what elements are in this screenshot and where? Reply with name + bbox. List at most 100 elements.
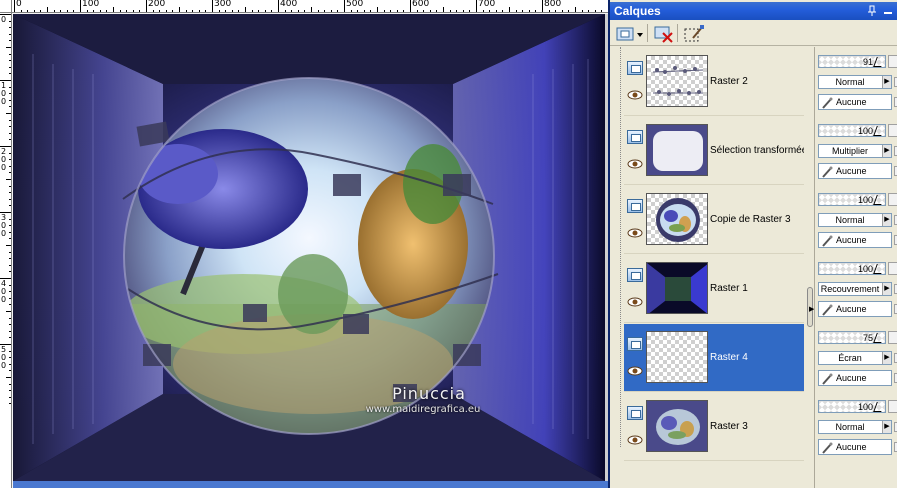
- ruler-minor-tick: [9, 93, 11, 95]
- opacity-slider[interactable]: 91: [818, 55, 886, 68]
- opacity-spinner[interactable]: [888, 124, 897, 137]
- delete-layer-button[interactable]: [652, 23, 674, 43]
- visibility-eye-icon[interactable]: [627, 228, 643, 238]
- link-group-select[interactable]: Aucune: [818, 301, 892, 317]
- opacity-value: 100: [857, 264, 873, 274]
- opacity-spinner[interactable]: [888, 55, 897, 68]
- ruler-minor-tick: [9, 317, 11, 319]
- opacity-spinner[interactable]: [888, 331, 897, 344]
- blend-mode-select[interactable]: Normal ▶: [818, 75, 892, 89]
- layer-row[interactable]: Raster 4: [624, 324, 804, 392]
- ruler-minor-tick: [9, 304, 11, 306]
- link-group-select[interactable]: Aucune: [818, 94, 892, 110]
- new-layer-button[interactable]: [614, 23, 644, 43]
- ruler-minor-tick: [251, 10, 253, 12]
- blend-mode-select[interactable]: Normal ▶: [818, 420, 892, 434]
- raster-layer-icon[interactable]: [627, 199, 643, 213]
- visibility-eye-icon[interactable]: [627, 435, 643, 445]
- layer-name[interactable]: Raster 3: [710, 421, 804, 432]
- minimize-icon[interactable]: [883, 5, 893, 17]
- layer-row[interactable]: Raster 3: [624, 393, 804, 461]
- opacity-value: 100: [857, 195, 873, 205]
- ruler-minor-tick: [99, 10, 101, 12]
- ruler-minor-tick: [53, 10, 55, 12]
- raster-layer-icon[interactable]: [627, 61, 643, 75]
- delete-layer-icon: [653, 26, 675, 47]
- link-group-select[interactable]: Aucune: [818, 163, 892, 179]
- opacity-spinner[interactable]: [888, 400, 897, 413]
- ruler-minor-tick: [9, 284, 11, 286]
- dropdown-arrow-icon[interactable]: ▶: [882, 352, 891, 364]
- opacity-slider[interactable]: 100: [818, 193, 886, 206]
- opacity-spinner[interactable]: [888, 262, 897, 275]
- horizontal-ruler: 0 100 200 300 400 500 600 700 800: [12, 0, 608, 13]
- link-group-select[interactable]: Aucune: [818, 439, 892, 455]
- layer-thumbnail: [646, 400, 708, 452]
- ruler-minor-tick: [6, 113, 11, 114]
- dropdown-arrow-icon[interactable]: ▶: [882, 214, 891, 226]
- ruler-minor-tick: [9, 324, 11, 326]
- visibility-eye-icon[interactable]: [627, 159, 643, 169]
- visibility-eye-icon[interactable]: [627, 90, 643, 100]
- layer-row[interactable]: Raster 2: [624, 48, 804, 116]
- splitter-grip[interactable]: ▶: [807, 287, 814, 327]
- blend-mode-select[interactable]: Écran ▶: [818, 351, 892, 365]
- visibility-eye-icon[interactable]: [627, 366, 643, 376]
- ruler-label: 200: [148, 0, 166, 9]
- opacity-slider[interactable]: 100: [818, 124, 886, 137]
- opacity-slider[interactable]: 100: [818, 400, 886, 413]
- layer-name[interactable]: Raster 2: [710, 76, 804, 87]
- ruler-minor-tick: [9, 172, 11, 174]
- layer-thumbnail: [646, 193, 708, 245]
- layer-thumbnail: [646, 262, 708, 314]
- dropdown-arrow-icon[interactable]: ▶: [882, 421, 891, 433]
- dropdown-arrow-icon[interactable]: ▶: [882, 76, 891, 88]
- blend-mode-select[interactable]: Multiplier ▶: [818, 144, 892, 158]
- ruler-label: 200: [1, 147, 7, 172]
- ruler-minor-tick: [9, 403, 11, 405]
- layer-name[interactable]: Sélection transformée: [710, 145, 804, 156]
- ruler-minor-tick: [139, 10, 141, 12]
- signature-text: Pinuccia: [392, 384, 466, 403]
- pin-icon[interactable]: [867, 5, 877, 17]
- blend-mode-select[interactable]: Normal ▶: [818, 213, 892, 227]
- blend-mode-select[interactable]: Recouvrement ▶: [818, 282, 892, 296]
- opacity-spinner[interactable]: [888, 193, 897, 206]
- ruler-minor-tick: [449, 10, 451, 12]
- layer-name[interactable]: Copie de Raster 3: [710, 214, 804, 225]
- opacity-slider[interactable]: 100: [818, 262, 886, 275]
- ruler-minor-tick: [238, 10, 240, 12]
- opacity-slider[interactable]: 75: [818, 331, 886, 344]
- layer-row[interactable]: Copie de Raster 3: [624, 186, 804, 254]
- raster-layer-icon[interactable]: [627, 268, 643, 282]
- layer-name[interactable]: Raster 1: [710, 283, 804, 294]
- dropdown-arrow-icon[interactable]: ▶: [882, 145, 891, 157]
- layer-row[interactable]: Sélection transformée: [624, 117, 804, 185]
- link-group-select[interactable]: Aucune: [818, 232, 892, 248]
- ruler-minor-tick: [27, 10, 29, 12]
- slider-marker-icon: [873, 57, 885, 67]
- ruler-minor-tick: [126, 10, 128, 12]
- ruler-minor-tick: [535, 10, 537, 12]
- ruler-minor-tick: [515, 10, 517, 12]
- panel-splitter[interactable]: ▶: [806, 47, 814, 488]
- raster-layer-icon[interactable]: [627, 406, 643, 420]
- ruler-minor-tick: [489, 10, 491, 12]
- visibility-eye-icon[interactable]: [627, 297, 643, 307]
- ruler-minor-tick: [9, 238, 11, 240]
- image-canvas[interactable]: Pinuccia www.maidiregrafica.eu: [13, 14, 605, 481]
- ruler-minor-tick: [9, 165, 11, 167]
- new-layer-icon: [615, 27, 645, 47]
- raster-layer-icon[interactable]: [627, 337, 643, 351]
- horizontal-scrollbar[interactable]: [13, 481, 608, 488]
- new-mask-button[interactable]: [682, 23, 704, 43]
- layer-name[interactable]: Raster 4: [710, 352, 804, 363]
- ruler-minor-tick: [172, 10, 174, 12]
- panel-title-bar[interactable]: Calques: [610, 2, 897, 20]
- link-group-select[interactable]: Aucune: [818, 370, 892, 386]
- ruler-minor-tick: [9, 159, 11, 161]
- dropdown-arrow-icon[interactable]: ▶: [882, 283, 891, 295]
- ruler-minor-tick: [561, 10, 563, 12]
- layer-row[interactable]: Raster 1: [624, 255, 804, 323]
- raster-layer-icon[interactable]: [627, 130, 643, 144]
